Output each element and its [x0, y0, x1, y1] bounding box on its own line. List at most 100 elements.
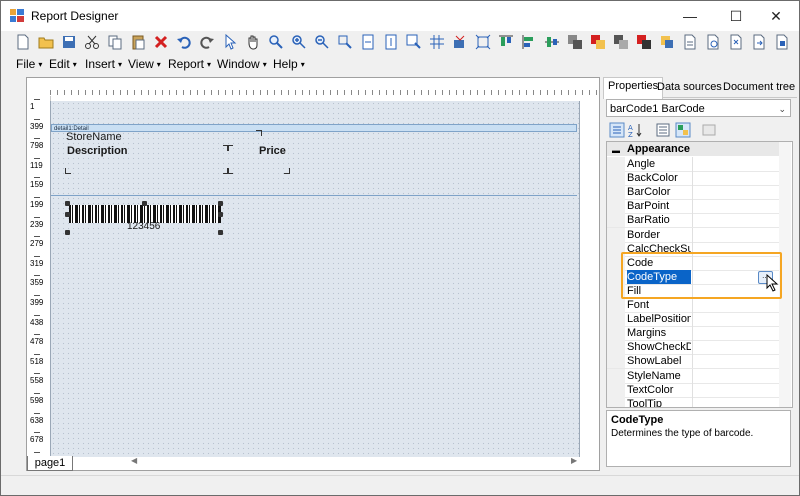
property-value[interactable]	[692, 368, 777, 383]
page-width-icon[interactable]	[360, 34, 376, 50]
sort-alpha-icon[interactable]: AZ	[627, 122, 643, 138]
property-row-code[interactable]: Code	[607, 255, 790, 271]
menu-view[interactable]: View ▾	[128, 57, 161, 71]
price-field[interactable]: Price	[259, 145, 286, 157]
property-value[interactable]	[692, 227, 777, 242]
menu-file[interactable]: File ▾	[16, 57, 42, 71]
align-left-icon[interactable]	[521, 34, 537, 50]
minimize-button[interactable]: —	[667, 1, 713, 31]
menu-report[interactable]: Report ▾	[168, 57, 211, 71]
zoom-page-icon[interactable]	[337, 34, 353, 50]
property-row-showlabel[interactable]: ShowLabel	[607, 354, 790, 370]
property-row-codetype[interactable]: CodeType...	[607, 269, 790, 285]
collapse-icon[interactable]: ▬	[612, 146, 620, 155]
fit-icon[interactable]	[475, 34, 491, 50]
property-value[interactable]	[692, 382, 777, 397]
properties-view-icon[interactable]	[655, 122, 671, 138]
delete-icon[interactable]	[153, 34, 169, 50]
scroll-left-icon[interactable]: ◀	[131, 456, 137, 465]
property-value[interactable]	[692, 354, 777, 369]
bring-front-icon[interactable]	[567, 34, 583, 50]
property-value[interactable]	[692, 340, 777, 355]
property-row-margins[interactable]: Margins	[607, 326, 790, 342]
property-value[interactable]	[692, 255, 777, 270]
style-icon[interactable]	[659, 34, 675, 50]
property-value[interactable]	[692, 171, 777, 186]
align-top-icon[interactable]	[498, 34, 514, 50]
pointer-icon[interactable]	[222, 34, 238, 50]
resize-handle[interactable]	[65, 230, 70, 235]
property-value[interactable]	[692, 298, 777, 312]
property-value[interactable]	[692, 396, 777, 407]
hand-icon[interactable]	[245, 34, 261, 50]
property-value[interactable]	[692, 283, 777, 298]
save-icon[interactable]	[61, 34, 77, 50]
property-value[interactable]	[692, 241, 777, 256]
report-page[interactable]	[50, 101, 580, 457]
property-value[interactable]	[692, 312, 777, 327]
zoom-in-icon[interactable]	[291, 34, 307, 50]
property-row-angle[interactable]: Angle	[607, 157, 790, 172]
property-row-tooltip[interactable]: ToolTip	[607, 396, 790, 407]
zoom-100-icon[interactable]	[406, 34, 422, 50]
property-value[interactable]: ...	[692, 269, 777, 284]
property-row-border[interactable]: Border	[607, 227, 790, 243]
property-row-textcolor[interactable]: TextColor	[607, 382, 790, 398]
property-row-labelposition[interactable]: LabelPosition	[607, 312, 790, 328]
resize-handle[interactable]	[218, 212, 223, 217]
menu-help[interactable]: Help ▾	[273, 57, 305, 71]
resize-handle[interactable]	[218, 201, 223, 206]
description-field[interactable]: Description	[67, 145, 128, 157]
menu-insert[interactable]: Insert ▾	[85, 57, 122, 71]
color-fill-icon[interactable]	[590, 34, 606, 50]
new-icon[interactable]	[15, 34, 31, 50]
design-surface[interactable]: 1 399 798 119 159 199 239 279 319 359 399 438 478 518…	[26, 77, 600, 471]
resize-handle[interactable]	[142, 201, 147, 206]
events-icon[interactable]	[675, 122, 691, 138]
property-row-barratio[interactable]: BarRatio	[607, 213, 790, 229]
resize-handle[interactable]	[65, 201, 70, 206]
export-icon[interactable]	[751, 34, 767, 50]
undo-icon[interactable]	[176, 34, 192, 50]
redo-icon[interactable]	[199, 34, 215, 50]
object-selector[interactable]: barCode1 BarCode ⌄	[606, 99, 791, 117]
property-row-stylename[interactable]: StyleName	[607, 368, 790, 384]
resize-handle[interactable]	[65, 212, 70, 217]
close-button[interactable]: ✕	[753, 1, 799, 31]
zoom-icon[interactable]	[268, 34, 284, 50]
scroll-right-icon[interactable]: ▶	[571, 456, 577, 465]
property-value[interactable]	[692, 157, 777, 171]
property-grid[interactable]: ▬ Appearance Angle BackColor BarColor BarPo…	[606, 141, 793, 408]
cut-icon[interactable]	[84, 34, 100, 50]
tab-document-tree[interactable]: Document tree	[719, 79, 799, 97]
storename-field[interactable]: StoreName	[66, 131, 122, 143]
tab-data-sources[interactable]: Data sources	[653, 79, 726, 97]
paste-icon[interactable]	[130, 34, 146, 50]
preview-icon[interactable]	[705, 34, 721, 50]
property-row-barpoint[interactable]: BarPoint	[607, 199, 790, 215]
menu-window[interactable]: Window ▾	[217, 57, 267, 71]
report-wizard-icon[interactable]	[728, 34, 744, 50]
vertical-scrollbar[interactable]	[779, 142, 791, 407]
copy-icon[interactable]	[107, 34, 123, 50]
resize-handle[interactable]	[218, 230, 223, 235]
options-icon[interactable]	[774, 34, 790, 50]
property-row-calcchecksum[interactable]: CalcCheckSum	[607, 241, 790, 257]
align-middle-icon[interactable]	[544, 34, 560, 50]
grid-icon[interactable]	[429, 34, 445, 50]
zoom-out-icon[interactable]	[314, 34, 330, 50]
page-setup-icon[interactable]	[682, 34, 698, 50]
open-folder-icon[interactable]	[38, 34, 54, 50]
property-row-barcolor[interactable]: BarColor	[607, 185, 790, 201]
border-color-icon[interactable]	[636, 34, 652, 50]
property-value[interactable]	[692, 213, 777, 228]
snap-icon[interactable]	[452, 34, 468, 50]
property-value[interactable]	[692, 326, 777, 341]
tab-page1[interactable]: page1	[27, 456, 73, 471]
categorized-icon[interactable]	[609, 122, 625, 138]
property-row-showcheckdigit[interactable]: ShowCheckDigit	[607, 340, 790, 356]
category-appearance[interactable]: ▬ Appearance	[607, 142, 790, 156]
page-height-icon[interactable]	[383, 34, 399, 50]
send-back-icon[interactable]	[613, 34, 629, 50]
property-row-fill[interactable]: Fill	[607, 283, 790, 299]
